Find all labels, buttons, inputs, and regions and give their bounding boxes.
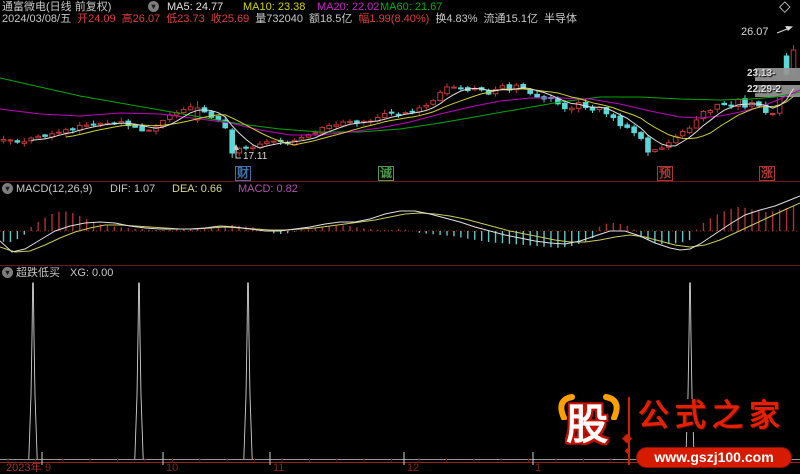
dea-value: DEA: 0.66 xyxy=(172,183,222,195)
logo-site-url: www.gszj100.com xyxy=(636,447,792,468)
macd-panel xyxy=(0,196,800,252)
stock-title: 通富微电(日线 前复权) xyxy=(2,1,111,13)
candlestick-series xyxy=(1,45,796,158)
axis-month-1: 1 xyxy=(535,463,541,474)
dif-line xyxy=(0,196,800,252)
watermark-cai: 财 xyxy=(235,166,251,181)
dea-line xyxy=(0,203,800,252)
logo-gu-character: 股 xyxy=(566,404,608,448)
signal-spike xyxy=(29,283,37,459)
float-value: 流通15.1亿 xyxy=(484,13,538,25)
macd-value: MACD: 0.82 xyxy=(238,183,298,195)
sep-low-label: 17.11 xyxy=(243,151,267,162)
low-value: 低23.73 xyxy=(166,13,205,25)
last-high-label: 26.07 xyxy=(741,26,769,38)
collapse-main-icon[interactable]: ▾ xyxy=(148,1,159,12)
open-value: 开24.09 xyxy=(77,13,116,25)
ma5-line xyxy=(31,88,793,148)
collapse-macd-icon[interactable]: ▾ xyxy=(2,183,13,194)
gap-upper-label: 23.13- xyxy=(747,68,775,79)
logo-site-name: 公式之家 xyxy=(638,399,786,432)
logo-diamond-icon: ◆ xyxy=(622,430,632,446)
stock-app-window: 通富微电(日线 前复权) ▾ MA5: 24.77 MA10: 23.38 MA… xyxy=(0,0,800,474)
ma5-label: MA5: 24.77 xyxy=(167,1,223,13)
diamond-marker-icon[interactable]: ◇ xyxy=(779,1,791,13)
header-line2: 2024/03/08/五 开24.09 高26.07 低23.73 收25.69… xyxy=(2,13,577,25)
date-label: 2024/03/08/五 xyxy=(2,13,71,25)
change-value: 幅1.99(8.40%) xyxy=(358,13,429,25)
header-line1: 通富微电(日线 前复权) ▾ MA5: 24.77 MA10: 23.38 MA… xyxy=(0,1,800,13)
watermark-zhang: 涨 xyxy=(759,166,775,181)
gszj-logo: 股 ◆ ◆ 公式之家 www.gszj100.com xyxy=(552,392,800,474)
macd-header: ▾ MACD(12,26,9) DIF: 1.07 DEA: 0.66 MACD… xyxy=(0,183,800,195)
close-value: 收25.69 xyxy=(211,13,250,25)
macd-indicator-name: MACD(12,26,9) xyxy=(16,183,92,195)
turnover-value: 换4.83% xyxy=(435,13,477,25)
signal-header: ▾ 超跌低买 XG: 0.00 xyxy=(0,267,800,279)
axis-month-11: 11 xyxy=(273,463,284,474)
signal-spike xyxy=(135,283,143,459)
dif-value: DIF: 1.07 xyxy=(110,183,155,195)
ma10-label: MA10: 23.38 xyxy=(243,1,305,13)
logo-diamond-small-icon: ◆ xyxy=(625,446,631,455)
ma20-label: MA20: 22.02 xyxy=(317,1,379,13)
axis-month-12: 12 xyxy=(407,463,419,474)
collapse-signal-icon[interactable]: ▾ xyxy=(2,267,13,278)
high-value: 高26.07 xyxy=(122,13,161,25)
signal-indicator-name: 超跌低买 xyxy=(16,267,60,279)
axis-month-9: 9 xyxy=(45,463,51,474)
signal-spike xyxy=(244,283,252,459)
annotation-arrows xyxy=(233,26,793,158)
watermark-yu: 预 xyxy=(657,166,673,181)
gap-lower-label: 22.29-2 xyxy=(747,84,781,95)
watermark-cheng: 诚 xyxy=(378,166,394,181)
axis-year-label: 2023年 xyxy=(6,463,41,474)
amount-value: 额18.5亿 xyxy=(309,13,352,25)
ma60-label: MA60: 21.67 xyxy=(380,1,442,13)
xg-value: XG: 0.00 xyxy=(70,267,113,279)
volume-value: 量732040 xyxy=(255,13,303,25)
axis-month-10: 10 xyxy=(166,463,178,474)
ma20-line xyxy=(0,90,800,135)
sector-label: 半导体 xyxy=(544,13,577,25)
